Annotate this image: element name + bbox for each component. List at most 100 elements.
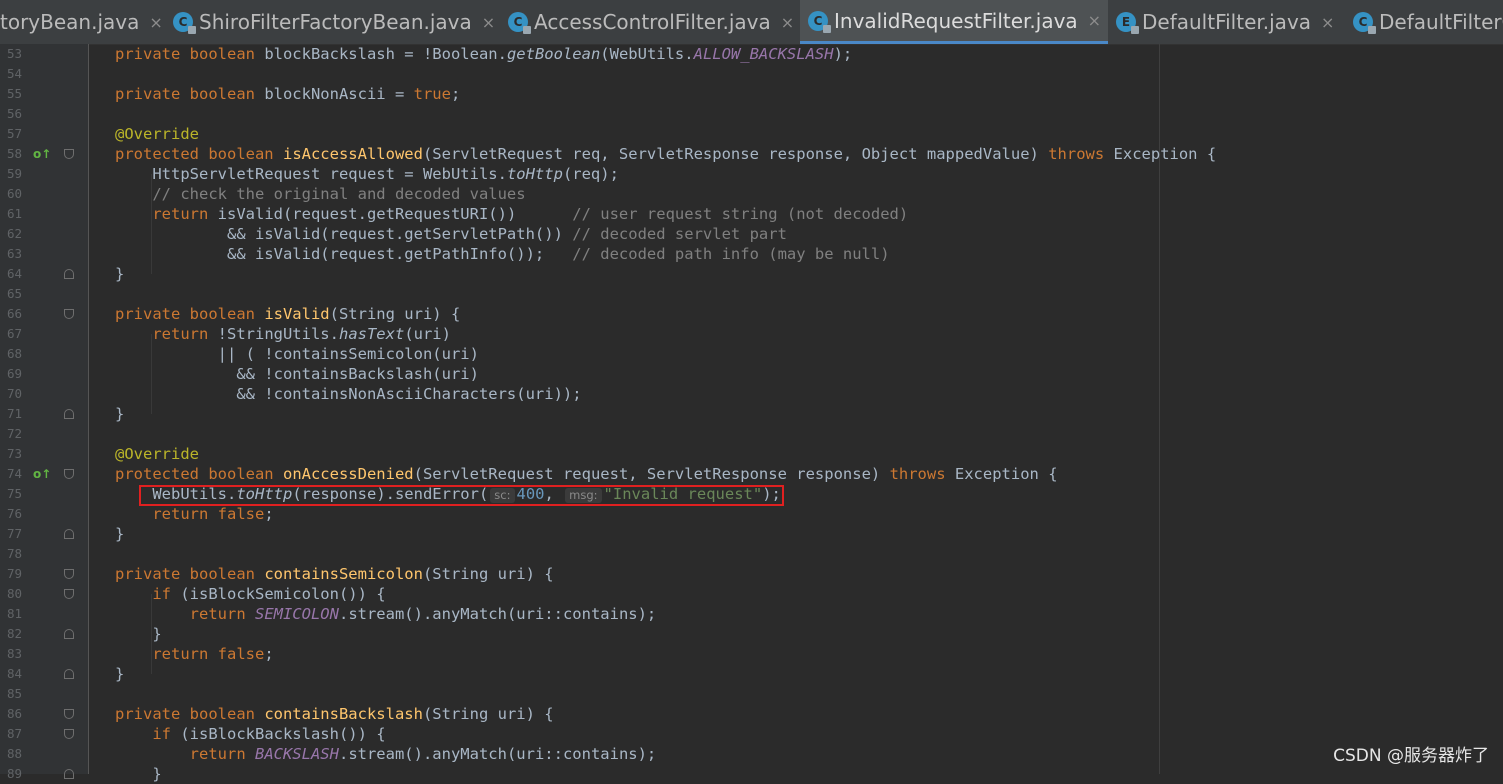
code-token: return bbox=[115, 205, 218, 223]
fold-open-icon[interactable] bbox=[64, 469, 74, 479]
fold-open-icon[interactable] bbox=[64, 149, 74, 159]
code-line[interactable]: 84} bbox=[0, 664, 1503, 684]
line-number: 53 bbox=[7, 46, 23, 61]
override-icon[interactable]: o↑ bbox=[33, 467, 51, 481]
code-line[interactable]: 62 && isValid(request.getServletPath()) … bbox=[0, 224, 1503, 244]
code-line[interactable]: 83 return false; bbox=[0, 644, 1503, 664]
code-token: ; bbox=[264, 505, 274, 523]
code-line[interactable]: 72 bbox=[0, 424, 1503, 444]
code-line[interactable]: 85 bbox=[0, 684, 1503, 704]
code-token: .stream().anyMatch(uri::contains); bbox=[338, 745, 657, 763]
tab-4[interactable]: C InvalidRequestFilter.java × bbox=[800, 0, 1108, 44]
code-line[interactable]: 61 return isValid(request.getRequestURI(… bbox=[0, 204, 1503, 224]
fold-open-icon[interactable] bbox=[64, 709, 74, 719]
fold-open-icon[interactable] bbox=[64, 569, 74, 579]
code-token: Exception { bbox=[954, 465, 1058, 483]
line-number: 61 bbox=[7, 206, 23, 221]
code-line[interactable]: 54 bbox=[0, 64, 1503, 84]
code-line[interactable]: 69 && !containsBackslash(uri) bbox=[0, 364, 1503, 384]
tab-3[interactable]: C AccessControlFilter.java × bbox=[500, 0, 800, 44]
code-line[interactable]: 64} bbox=[0, 264, 1503, 284]
code-token: private boolean bbox=[115, 85, 265, 103]
line-number: 86 bbox=[7, 706, 23, 721]
code-text: return BACKSLASH.stream().anyMatch(uri::… bbox=[115, 744, 657, 764]
code-line[interactable]: 58 protected boolean isAccessAllowed(Serv… bbox=[0, 144, 1503, 164]
code-line[interactable]: 76 return false; bbox=[0, 504, 1503, 524]
line-number: 75 bbox=[7, 486, 23, 501]
code-line[interactable]: 65 bbox=[0, 284, 1503, 304]
code-line[interactable]: 74 protected boolean onAccessDenied(Servl… bbox=[0, 464, 1503, 484]
code-token: if bbox=[115, 725, 181, 743]
line-number: 65 bbox=[7, 286, 23, 301]
fold-open-icon[interactable] bbox=[64, 729, 74, 739]
code-line[interactable]: 57 @Override bbox=[0, 124, 1503, 144]
code-line[interactable]: 73 @Override bbox=[0, 444, 1503, 464]
code-text: } bbox=[115, 664, 124, 684]
code-line[interactable]: 80 if (isBlockSemicolon()) { bbox=[0, 584, 1503, 604]
fold-end-icon[interactable] bbox=[64, 529, 74, 539]
code-line[interactable]: 70 && !containsNonAsciiCharacters(uri)); bbox=[0, 384, 1503, 404]
code-token: (String uri) { bbox=[329, 305, 461, 323]
tab-6[interactable]: C DefaultFilterC bbox=[1345, 0, 1503, 44]
code-token: (uri) bbox=[404, 325, 451, 343]
fold-end-icon[interactable] bbox=[64, 629, 74, 639]
close-icon[interactable]: × bbox=[781, 13, 794, 32]
fold-open-icon[interactable] bbox=[64, 309, 74, 319]
code-line[interactable]: 89 } bbox=[0, 764, 1503, 784]
code-line[interactable]: 63 && isValid(request.getPathInfo()); //… bbox=[0, 244, 1503, 264]
code-token: && !containsBackslash(uri) bbox=[115, 365, 479, 383]
code-text: @Override bbox=[115, 444, 199, 464]
override-icon[interactable]: o↑ bbox=[33, 147, 51, 161]
fold-end-icon[interactable] bbox=[64, 669, 74, 679]
tab-label: DefaultFilterC bbox=[1379, 10, 1503, 34]
code-token: (String uri) { bbox=[422, 565, 554, 583]
code-line[interactable]: 86 private boolean containsBackslash(Stri… bbox=[0, 704, 1503, 724]
code-line[interactable]: 78 bbox=[0, 544, 1503, 564]
fold-end-icon[interactable] bbox=[64, 409, 74, 419]
fold-end-icon[interactable] bbox=[64, 269, 74, 279]
code-line[interactable]: 55 private boolean blockNonAscii = true; bbox=[0, 84, 1503, 104]
code-line[interactable]: 68 || ( !containsSemicolon(uri) bbox=[0, 344, 1503, 364]
code-token: ALLOW_BACKSLASH bbox=[693, 45, 834, 63]
close-icon[interactable]: × bbox=[149, 13, 162, 32]
code-line[interactable]: 66 private boolean isValid(String uri) { bbox=[0, 304, 1503, 324]
code-text: return SEMICOLON.stream().anyMatch(uri::… bbox=[115, 604, 657, 624]
code-line[interactable]: 88 return BACKSLASH.stream().anyMatch(ur… bbox=[0, 744, 1503, 764]
line-number: 68 bbox=[7, 346, 23, 361]
code-text: } bbox=[115, 764, 162, 784]
code-token: throws bbox=[889, 465, 955, 483]
code-line[interactable]: 79 private boolean containsSemicolon(Stri… bbox=[0, 564, 1503, 584]
code-line[interactable]: 59 HttpServletRequest request = WebUtils… bbox=[0, 164, 1503, 184]
code-line[interactable]: 53 private boolean blockBackslash = !Bool… bbox=[0, 44, 1503, 64]
code-line[interactable]: 60 // check the original and decoded val… bbox=[0, 184, 1503, 204]
code-token: private boolean bbox=[115, 565, 265, 583]
tab-1[interactable]: toryBean.java × bbox=[0, 0, 163, 44]
code-token: private boolean bbox=[115, 45, 265, 63]
tab-5[interactable]: E DefaultFilter.java × bbox=[1108, 0, 1345, 44]
code-line[interactable]: 82 } bbox=[0, 624, 1503, 644]
tab-label: DefaultFilter.java bbox=[1142, 10, 1312, 34]
code-line[interactable]: 81 return SEMICOLON.stream().anyMatch(ur… bbox=[0, 604, 1503, 624]
code-text: HttpServletRequest request = WebUtils.to… bbox=[115, 164, 619, 184]
close-icon[interactable]: × bbox=[1321, 13, 1334, 32]
code-line[interactable]: 87 if (isBlockBackslash()) { bbox=[0, 724, 1503, 744]
code-token: @Override bbox=[115, 125, 199, 143]
close-icon[interactable]: × bbox=[482, 13, 495, 32]
code-text: protected boolean onAccessDenied(Servlet… bbox=[115, 464, 1058, 484]
code-token: && isValid(request.getPathInfo()); bbox=[115, 245, 573, 263]
line-number: 79 bbox=[7, 566, 23, 581]
code-line[interactable]: 71} bbox=[0, 404, 1503, 424]
fold-end-icon[interactable] bbox=[64, 769, 74, 779]
code-token: } bbox=[115, 665, 125, 683]
code-token: } bbox=[115, 765, 162, 783]
code-line[interactable]: 77} bbox=[0, 524, 1503, 544]
fold-open-icon[interactable] bbox=[64, 589, 74, 599]
code-line[interactable]: 67 return !StringUtils.hasText(uri) bbox=[0, 324, 1503, 344]
code-text: private boolean containsBackslash(String… bbox=[115, 704, 554, 724]
tab-2[interactable]: C ShiroFilterFactoryBean.java × bbox=[165, 0, 500, 44]
code-text: protected boolean isAccessAllowed(Servle… bbox=[115, 144, 1216, 164]
close-icon[interactable]: × bbox=[1088, 11, 1101, 30]
code-editor[interactable]: 53 private boolean blockBackslash = !Bool… bbox=[0, 44, 1503, 783]
code-line[interactable]: 56 bbox=[0, 104, 1503, 124]
code-text: && isValid(request.getPathInfo()); // de… bbox=[115, 244, 890, 264]
